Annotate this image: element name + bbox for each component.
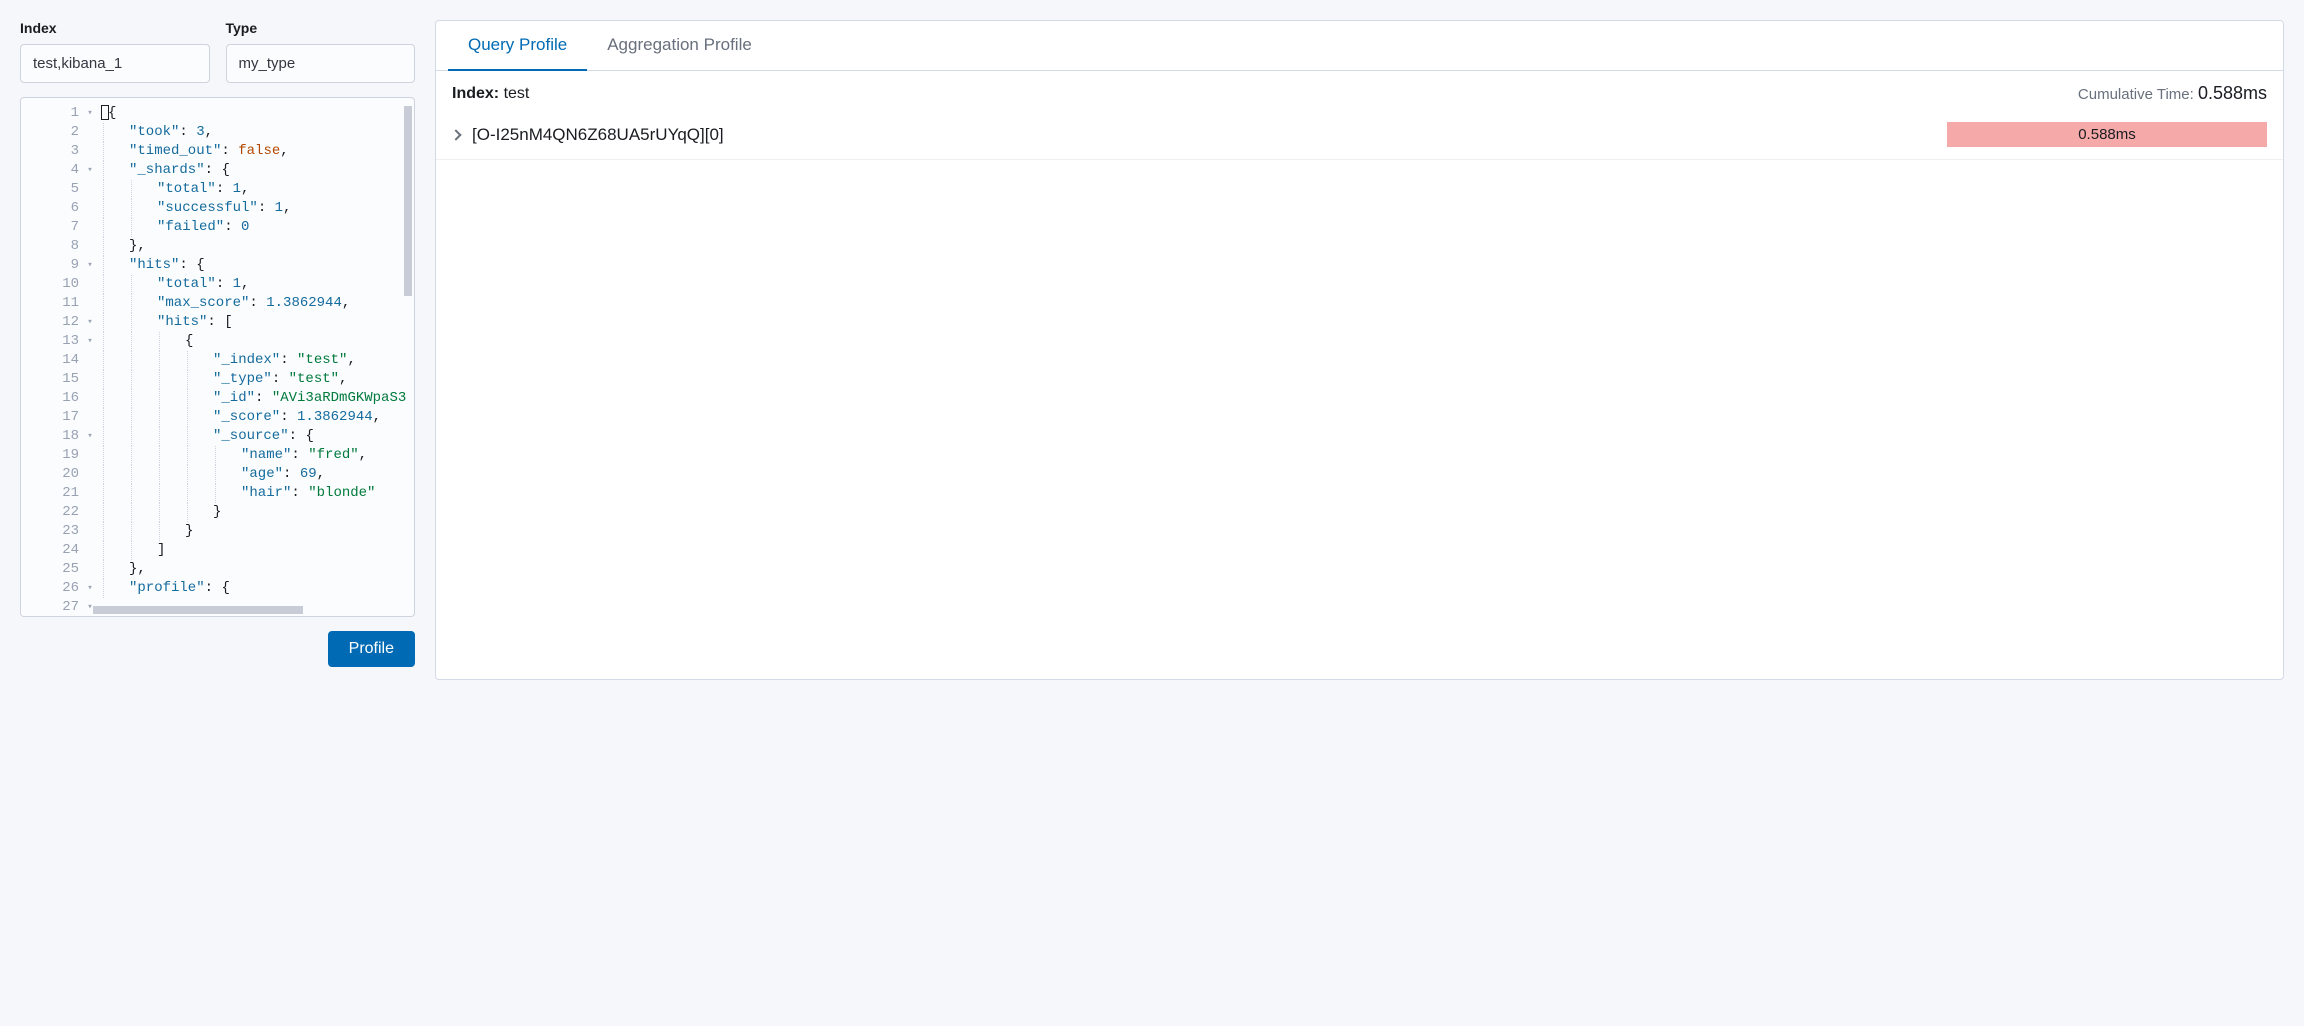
gutter-line: 24 — [21, 541, 85, 560]
gutter-line: 23 — [21, 522, 85, 541]
result-header: Index: test Cumulative Time: 0.588ms — [436, 71, 2283, 116]
code-line[interactable]: "hair": "blonde" — [101, 484, 406, 503]
index-display: Index: test — [452, 85, 529, 103]
shard-row-left: [O-I25nM4QN6Z68UA5rUYqQ][0] — [452, 125, 724, 145]
json-editor[interactable]: 1▾234▾56789▾101112▾13▾1415161718▾1920212… — [20, 97, 415, 617]
code-line[interactable]: } — [101, 503, 406, 522]
right-panel: Query Profile Aggregation Profile Index:… — [435, 20, 2284, 680]
left-panel: Index Type 1▾234▾56789▾101112▾13▾1415161… — [20, 20, 415, 680]
code-line[interactable]: ] — [101, 541, 406, 560]
gutter-line: 25 — [21, 560, 85, 579]
editor-vertical-scrollbar[interactable] — [404, 106, 412, 296]
tabs: Query Profile Aggregation Profile — [436, 21, 2283, 71]
index-input[interactable] — [20, 44, 210, 83]
gutter-line: 18▾ — [21, 427, 85, 446]
gutter-line: 1▾ — [21, 104, 85, 123]
gutter-line: 6 — [21, 199, 85, 218]
gutter-line: 21 — [21, 484, 85, 503]
code-line[interactable]: "hits": { — [101, 256, 406, 275]
gutter-line: 9▾ — [21, 256, 85, 275]
shard-name: [O-I25nM4QN6Z68UA5rUYqQ][0] — [472, 125, 724, 145]
gutter-line: 4▾ — [21, 161, 85, 180]
index-display-label: Index: — [452, 85, 499, 102]
code-line[interactable]: { — [101, 104, 406, 123]
gutter-line: 26▾ — [21, 579, 85, 598]
profile-button[interactable]: Profile — [328, 631, 415, 667]
shard-row[interactable]: [O-I25nM4QN6Z68UA5rUYqQ][0] 0.588ms — [436, 116, 2283, 160]
gutter-line: 2 — [21, 123, 85, 142]
gutter-line: 11 — [21, 294, 85, 313]
index-label: Index — [20, 20, 210, 36]
cumulative-time-label: Cumulative Time: — [2078, 86, 2194, 103]
code-line[interactable]: }, — [101, 560, 406, 579]
type-input[interactable] — [226, 44, 416, 83]
gutter-line: 19 — [21, 446, 85, 465]
code-line[interactable]: "took": 3, — [101, 123, 406, 142]
gutter-line: 13▾ — [21, 332, 85, 351]
code-line[interactable]: "max_score": 1.3862944, — [101, 294, 406, 313]
editor-gutter: 1▾234▾56789▾101112▾13▾1415161718▾1920212… — [21, 98, 85, 616]
gutter-line: 27▾ — [21, 598, 85, 616]
editor-horizontal-scrollbar[interactable] — [93, 606, 303, 614]
type-label: Type — [226, 20, 416, 36]
gutter-line: 14 — [21, 351, 85, 370]
index-display-value: test — [504, 85, 530, 102]
gutter-line: 20 — [21, 465, 85, 484]
cumulative-time: Cumulative Time: 0.588ms — [2078, 83, 2267, 104]
tab-query-profile[interactable]: Query Profile — [448, 21, 587, 71]
type-group: Type — [226, 20, 416, 83]
code-line[interactable]: "age": 69, — [101, 465, 406, 484]
editor-code-area[interactable]: {"took": 3,"timed_out": false,"_shards":… — [85, 98, 414, 616]
code-line[interactable]: }, — [101, 237, 406, 256]
code-line[interactable]: } — [101, 522, 406, 541]
code-line[interactable]: "total": 1, — [101, 275, 406, 294]
code-line[interactable]: "failed": 0 — [101, 218, 406, 237]
gutter-line: 8 — [21, 237, 85, 256]
code-line[interactable]: "timed_out": false, — [101, 142, 406, 161]
gutter-line: 10 — [21, 275, 85, 294]
profile-button-row: Profile — [20, 631, 415, 667]
code-line[interactable]: "_type": "test", — [101, 370, 406, 389]
code-line[interactable]: "total": 1, — [101, 180, 406, 199]
code-line[interactable]: "_shards": { — [101, 161, 406, 180]
code-line[interactable]: "_id": "AVi3aRDmGKWpaS3 — [101, 389, 406, 408]
gutter-line: 12▾ — [21, 313, 85, 332]
inputs-row: Index Type — [20, 20, 415, 83]
index-group: Index — [20, 20, 210, 83]
app-container: Index Type 1▾234▾56789▾101112▾13▾1415161… — [0, 0, 2304, 700]
gutter-line: 15 — [21, 370, 85, 389]
gutter-line: 3 — [21, 142, 85, 161]
code-line[interactable]: "name": "fred", — [101, 446, 406, 465]
code-line[interactable]: "hits": [ — [101, 313, 406, 332]
chevron-right-icon[interactable] — [450, 129, 461, 140]
tab-aggregation-profile[interactable]: Aggregation Profile — [587, 21, 772, 71]
code-line[interactable]: "profile": { — [101, 579, 406, 598]
code-line[interactable]: "_source": { — [101, 427, 406, 446]
code-line[interactable]: "successful": 1, — [101, 199, 406, 218]
cumulative-time-value: 0.588ms — [2198, 83, 2267, 103]
gutter-line: 22 — [21, 503, 85, 522]
code-line[interactable]: { — [101, 332, 406, 351]
gutter-line: 16 — [21, 389, 85, 408]
shard-time-badge: 0.588ms — [1947, 122, 2267, 147]
code-line[interactable]: "_index": "test", — [101, 351, 406, 370]
gutter-line: 17 — [21, 408, 85, 427]
gutter-line: 5 — [21, 180, 85, 199]
gutter-line: 7 — [21, 218, 85, 237]
code-line[interactable]: "_score": 1.3862944, — [101, 408, 406, 427]
